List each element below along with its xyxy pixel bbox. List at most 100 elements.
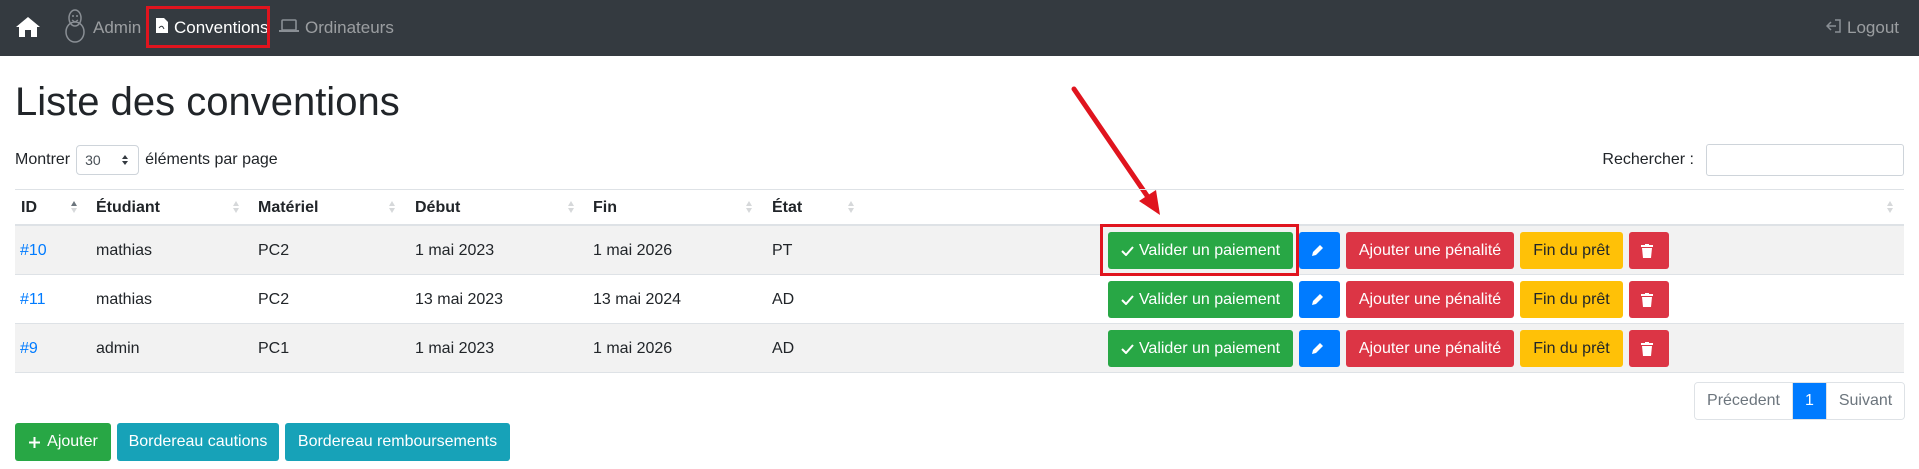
sort-icon — [568, 201, 574, 213]
cell-id-link[interactable]: #10 — [20, 226, 47, 275]
file-pdf-icon — [156, 18, 174, 38]
bordereau-remboursements-button[interactable]: Bordereau remboursements — [285, 423, 510, 461]
th-etat-label: État — [772, 198, 803, 216]
cell-etudiant: mathias — [96, 290, 153, 308]
add-penalty-label: Ajouter une pénalité — [1358, 339, 1502, 357]
table-header: ID Étudiant Matériel Début Fin État — [15, 189, 1904, 226]
table-row: #11 mathias PC2 13 mai 2023 13 mai 2024 … — [15, 275, 1904, 324]
add-button[interactable]: Ajouter — [15, 423, 111, 461]
pagination-page-1[interactable]: 1 — [1792, 383, 1826, 419]
end-loan-label: Fin du prêt — [1533, 290, 1610, 308]
table-row: #9 admin PC1 1 mai 2023 1 mai 2026 AD Va… — [15, 324, 1904, 373]
cell-debut: 1 mai 2023 — [415, 241, 495, 259]
add-penalty-button[interactable]: Ajouter une pénalité — [1346, 232, 1514, 269]
end-loan-button[interactable]: Fin du prêt — [1520, 281, 1623, 318]
validate-payment-label: Valider un paiement — [1138, 339, 1281, 357]
check-icon — [1121, 294, 1134, 305]
nav-admin[interactable]: Admin — [63, 0, 141, 56]
pagination-prev[interactable]: Précedent — [1695, 383, 1792, 419]
th-id[interactable]: ID — [21, 190, 37, 225]
nav-conventions-label: Conventions — [174, 18, 269, 37]
pencil-icon — [1311, 245, 1323, 256]
add-button-label: Ajouter — [47, 433, 98, 450]
show-prefix: Montrer — [15, 151, 71, 168]
end-loan-button[interactable]: Fin du prêt — [1520, 330, 1623, 367]
laptop-icon — [279, 18, 305, 38]
sort-icon — [389, 201, 395, 213]
pencil-icon — [1311, 294, 1323, 305]
add-penalty-button[interactable]: Ajouter une pénalité — [1346, 330, 1514, 367]
sort-icon — [233, 201, 239, 213]
page-length-select[interactable]: 30 — [76, 145, 140, 175]
cell-etudiant: mathias — [96, 241, 153, 259]
check-icon — [1121, 245, 1134, 256]
cell-id-link[interactable]: #11 — [20, 275, 46, 324]
search-input[interactable] — [1706, 144, 1904, 176]
edit-button[interactable] — [1299, 330, 1340, 367]
end-loan-button[interactable]: Fin du prêt — [1520, 232, 1623, 269]
plus-icon — [29, 436, 41, 448]
sort-asc-icon — [71, 201, 77, 213]
nav-ordinateurs-label: Ordinateurs — [305, 18, 394, 37]
trash-icon — [1640, 292, 1653, 307]
th-etat[interactable]: État — [772, 190, 802, 225]
cell-debut: 13 mai 2023 — [415, 290, 504, 308]
nav-ordinateurs[interactable]: Ordinateurs — [279, 0, 394, 56]
sort-icon — [848, 201, 854, 213]
select-caret-icon — [122, 155, 129, 165]
trash-icon — [1640, 341, 1653, 356]
add-penalty-button[interactable]: Ajouter une pénalité — [1346, 281, 1514, 318]
sign-out-icon — [1825, 18, 1847, 38]
cell-id-link[interactable]: #9 — [20, 324, 38, 373]
cell-etat: AD — [772, 290, 795, 308]
th-id-label: ID — [21, 198, 37, 216]
th-debut[interactable]: Début — [415, 190, 460, 225]
th-etudiant[interactable]: Étudiant — [96, 190, 160, 225]
cell-fin: 1 mai 2026 — [593, 339, 673, 357]
bordereau-cautions-button[interactable]: Bordereau cautions — [117, 423, 279, 461]
page-length-value: 30 — [85, 152, 101, 168]
navbar: Admin Conventions Ordinateurs Logout — [0, 0, 1919, 56]
search-label: Rechercher : — [1602, 151, 1694, 168]
table-row: #10 mathias PC2 1 mai 2023 1 mai 2026 PT… — [15, 226, 1904, 275]
nav-conventions[interactable]: Conventions — [156, 0, 269, 56]
show-suffix: éléments par page — [145, 151, 278, 168]
nav-logout[interactable]: Logout — [1825, 0, 1899, 56]
delete-button[interactable] — [1629, 281, 1669, 318]
th-fin[interactable]: Fin — [593, 190, 617, 225]
th-materiel[interactable]: Matériel — [258, 190, 318, 225]
page-length-control: Montrer 30 éléments par page — [15, 145, 278, 175]
delete-button[interactable] — [1629, 232, 1669, 269]
validate-payment-button[interactable]: Valider un paiement — [1108, 281, 1293, 318]
trash-icon — [1640, 243, 1653, 258]
add-penalty-label: Ajouter une pénalité — [1358, 290, 1502, 308]
home-icon[interactable] — [15, 16, 41, 38]
linux-penguin-icon — [63, 8, 93, 48]
cell-materiel: PC1 — [258, 339, 290, 357]
add-penalty-label: Ajouter une pénalité — [1358, 241, 1502, 259]
cell-debut: 1 mai 2023 — [415, 339, 495, 357]
th-fin-label: Fin — [593, 198, 617, 216]
validate-payment-label: Valider un paiement — [1138, 290, 1281, 308]
edit-button[interactable] — [1299, 232, 1340, 269]
cell-materiel: PC2 — [258, 241, 290, 259]
cell-materiel: PC2 — [258, 290, 290, 308]
delete-button[interactable] — [1629, 330, 1669, 367]
nav-admin-label: Admin — [93, 18, 142, 37]
cell-fin: 1 mai 2026 — [593, 241, 673, 259]
validate-payment-button[interactable]: Valider un paiement — [1108, 330, 1293, 367]
cell-fin: 13 mai 2024 — [593, 290, 682, 308]
cell-etat: AD — [772, 339, 795, 357]
edit-button[interactable] — [1299, 281, 1340, 318]
pencil-icon — [1311, 343, 1323, 354]
check-icon — [1121, 343, 1134, 354]
end-loan-label: Fin du prêt — [1533, 339, 1610, 357]
validate-payment-button[interactable]: Valider un paiement — [1108, 232, 1293, 269]
nav-logout-label: Logout — [1847, 18, 1899, 37]
pagination: Précedent 1 Suivant — [1694, 382, 1905, 420]
cell-etat: PT — [772, 241, 793, 259]
pagination-next[interactable]: Suivant — [1826, 383, 1904, 419]
sort-icon — [746, 201, 752, 213]
th-debut-label: Début — [415, 198, 461, 216]
sort-icon — [1887, 201, 1893, 213]
